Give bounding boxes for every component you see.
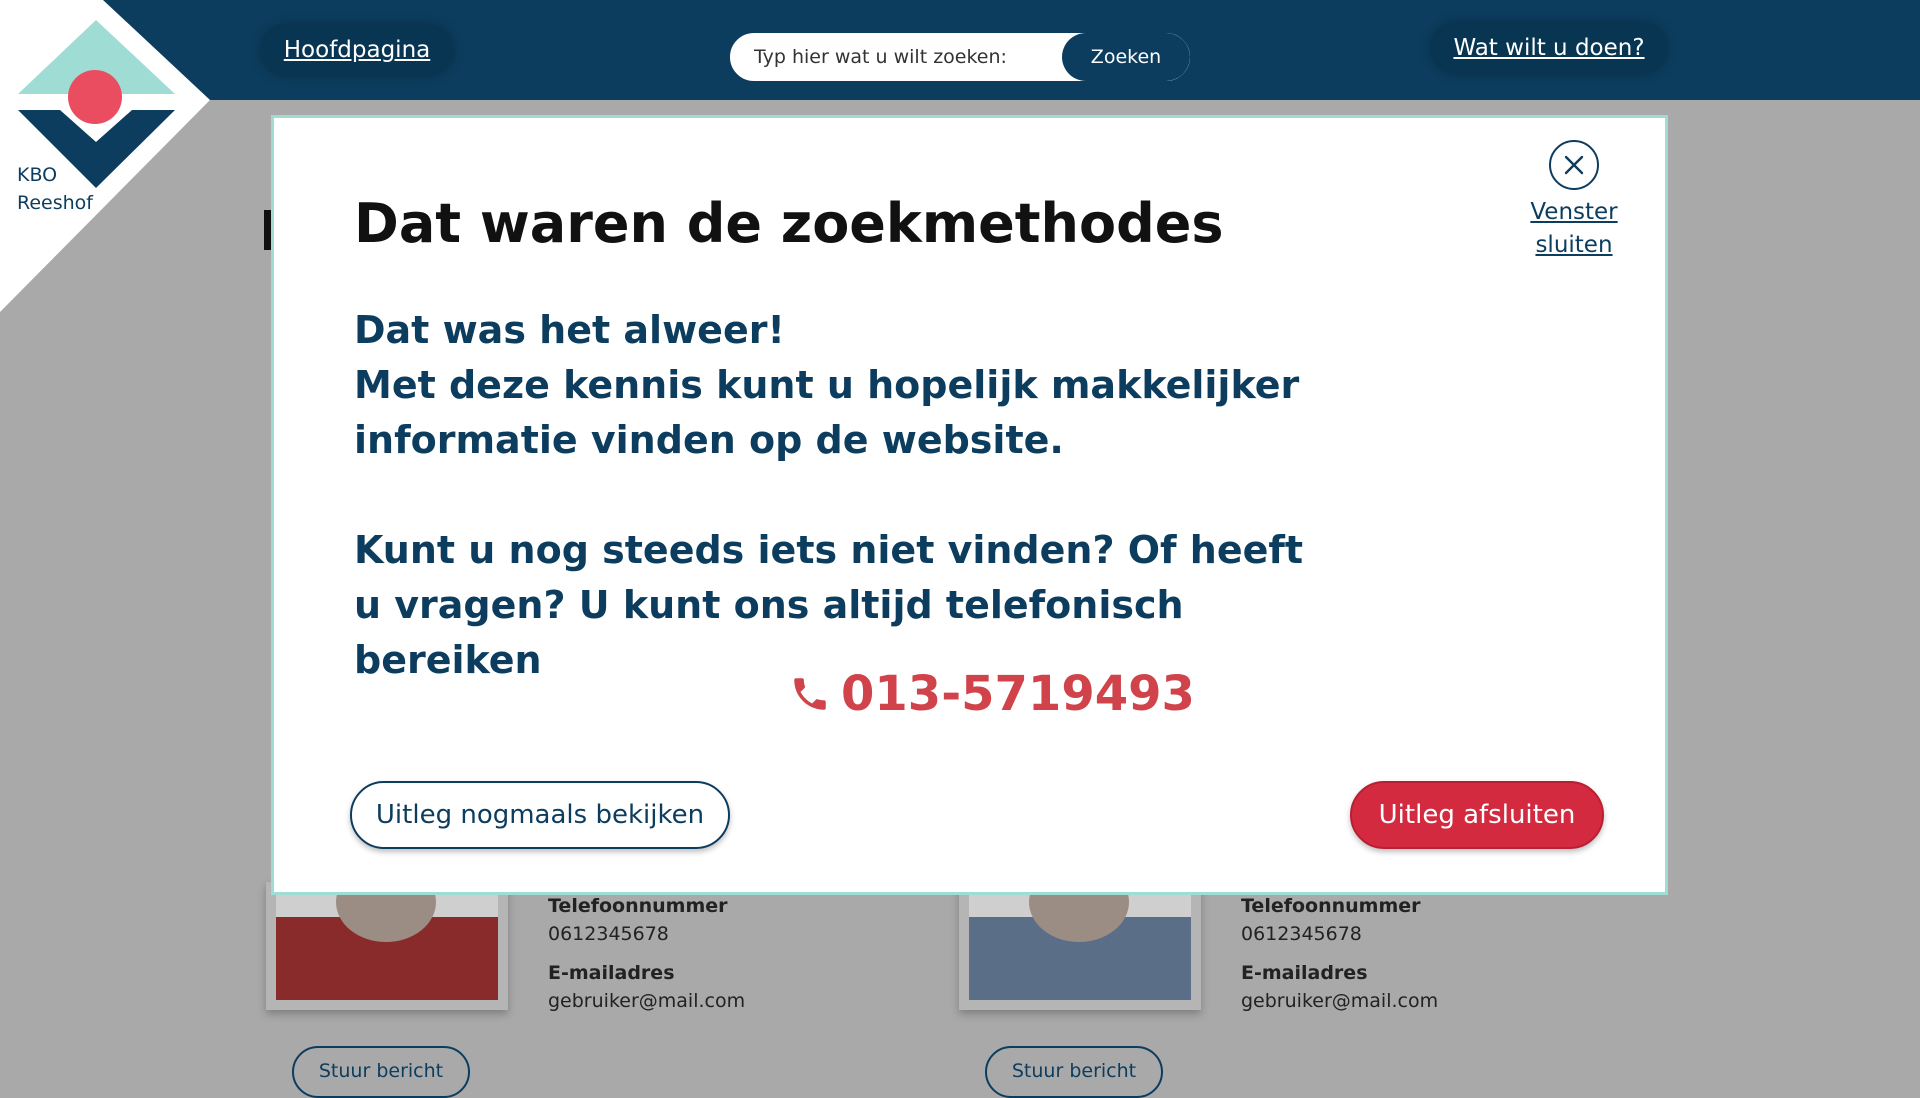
search-button[interactable]: Zoeken [1062, 33, 1190, 81]
logo-text-line1: KBO [17, 164, 58, 186]
email-value: gebruiker@mail.com [548, 990, 746, 1012]
profile-photo [266, 882, 508, 1010]
help-modal: Dat waren de zoekmethodes Venster sluite… [271, 115, 1668, 895]
send-message-button[interactable]: Stuur bericht [292, 1046, 470, 1098]
message-line: Dat was het alweer! [354, 308, 785, 352]
logo-text: KBO Reeshof [17, 161, 93, 217]
close-label-line1[interactable]: Venster [1514, 196, 1634, 229]
kbo-logo-icon [0, 0, 210, 312]
phone-value: 0612345678 [548, 923, 669, 945]
search-bar: Zoeken [728, 31, 1192, 83]
close-explanation-button[interactable]: Uitleg afsluiten [1350, 781, 1604, 849]
message-line: Met deze kennis kunt u hopelijk makkelij… [354, 363, 1300, 407]
email-label: E-mailadres [548, 962, 675, 984]
replay-explanation-button[interactable]: Uitleg nogmaals bekijken [350, 781, 730, 849]
logo[interactable]: KBO Reeshof [0, 0, 215, 315]
close-icon[interactable] [1549, 140, 1599, 190]
profile-photo [959, 882, 1201, 1010]
phone-number[interactable]: 013-5719493 [841, 666, 1195, 722]
close-window-button[interactable]: Venster sluiten [1514, 140, 1634, 262]
phone-value: 0612345678 [1241, 923, 1362, 945]
logo-text-line2: Reeshof [17, 192, 93, 214]
home-link[interactable]: Hoofdpagina [262, 26, 452, 74]
phone-label: Telefoonnummer [548, 895, 728, 917]
email-label: E-mailadres [1241, 962, 1368, 984]
message-line: Kunt u nog steeds iets niet vinden? Of h… [354, 528, 1304, 572]
top-navigation-bar: Hoofdpagina Zoeken Wat wilt u doen? [0, 0, 1920, 100]
message-line: informatie vinden op de website. [354, 418, 1064, 462]
email-value: gebruiker@mail.com [1241, 990, 1439, 1012]
phone-number-link[interactable]: 013-5719493 [789, 666, 1195, 722]
actions-menu-link[interactable]: Wat wilt u doen? [1432, 24, 1666, 72]
phone-label: Telefoonnummer [1241, 895, 1421, 917]
phone-icon [794, 678, 826, 710]
search-input[interactable] [730, 33, 1062, 81]
close-window-label[interactable]: Venster sluiten [1514, 196, 1634, 262]
send-message-button[interactable]: Stuur bericht [985, 1046, 1163, 1098]
modal-message: Dat was het alweer! Met deze kennis kunt… [354, 303, 1354, 688]
close-label-line2[interactable]: sluiten [1514, 229, 1634, 262]
modal-title: Dat waren de zoekmethodes [354, 192, 1224, 255]
